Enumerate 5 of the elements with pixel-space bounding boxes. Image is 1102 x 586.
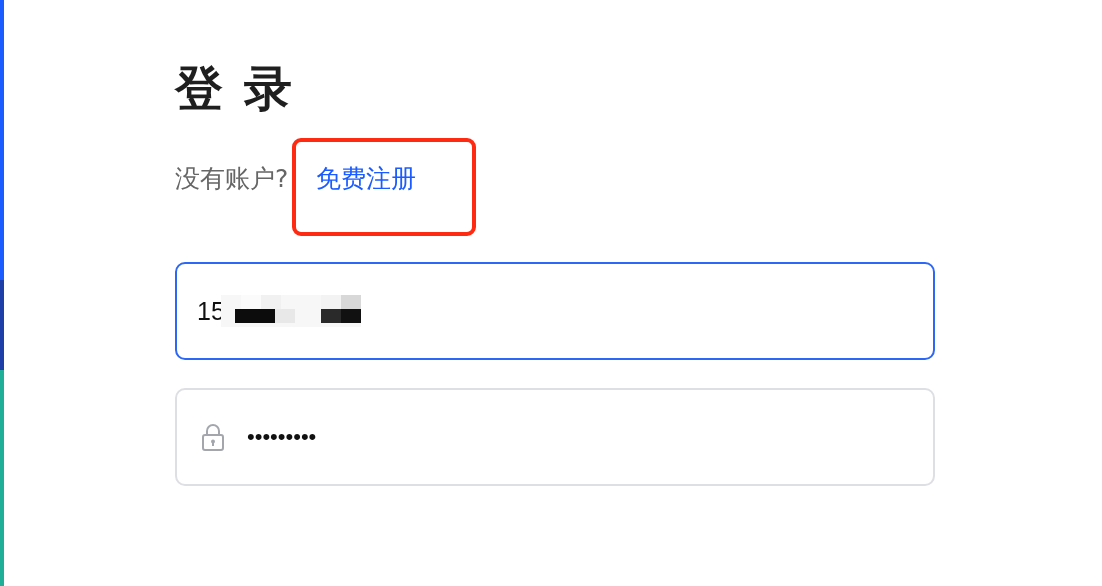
page-title: 登 录 <box>175 59 295 118</box>
lock-icon <box>201 423 225 451</box>
register-link[interactable]: 免费注册 <box>316 164 417 194</box>
password-field[interactable]: ••••••••• <box>175 388 935 486</box>
signup-prompt: 没有账户? <box>175 163 289 194</box>
